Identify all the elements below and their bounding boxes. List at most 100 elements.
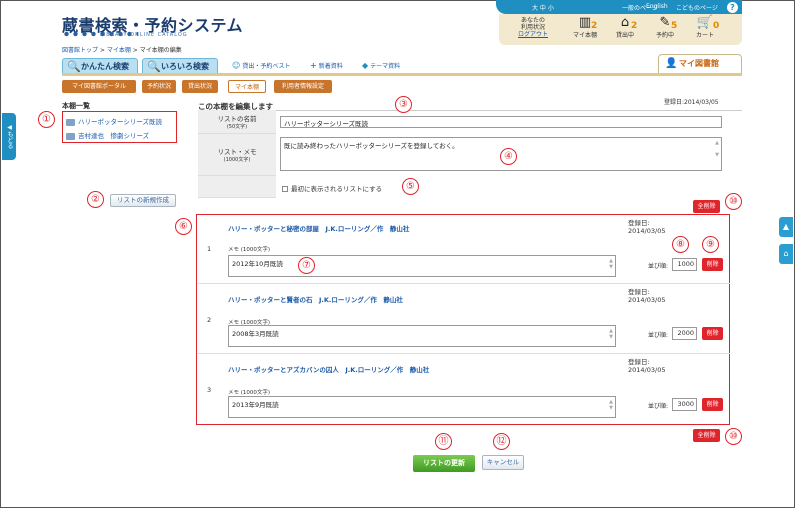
person-icon: ☺ [232, 61, 241, 70]
callout-7: ⑦ [298, 257, 315, 274]
callout-3: ③ [395, 96, 412, 113]
list-name-input[interactable]: ハリーポッターシリーズ既読 [280, 116, 722, 128]
tab-various-search[interactable]: 🔍 いろいろ検索 [142, 58, 218, 74]
book-title-link[interactable]: ハリー・ポッターと賢者の石 J.K.ローリング／作 静山社 [228, 294, 403, 304]
scrollbar[interactable]: ▲ ▼ [609, 328, 613, 340]
page-top-icon[interactable]: ▲ [779, 217, 793, 237]
list-name-label: リストの名前 (50文字) [198, 110, 276, 134]
callout-12: ⑫ [493, 433, 510, 450]
shelf-icon [66, 132, 75, 140]
scrollbar[interactable]: ▲ ▼ [609, 399, 613, 411]
book-memo-label: メモ (1000文字) [228, 247, 271, 253]
top-utility-bar: 大 中 小 一般のページ English こどものページ [496, 0, 742, 14]
back-button[interactable]: ◀もどる [2, 113, 16, 160]
shelf-item[interactable]: 吉村達也 惨劇シリーズ [66, 130, 149, 140]
house-icon: ⌂ [620, 15, 630, 30]
nav-new[interactable]: + 新着資料 [310, 61, 343, 70]
arrow-left-icon: ◀ [6, 124, 13, 131]
nav-best[interactable]: ☺ 貸出・予約ベスト [232, 61, 290, 70]
book-row: ハリー・ポッターとアズカバンの囚人 J.K.ローリング／作 静山社 3 登録日:… [198, 354, 730, 424]
order-label: 並び順: [648, 332, 669, 339]
callout-2: ② [87, 191, 104, 208]
tab-divider [62, 73, 742, 76]
counter-cart[interactable]: 🛒 0 カート [687, 16, 723, 40]
book-row: ハリー・ポッターと秘密の部屋 J.K.ローリング／作 静山社 1 登録日: 201… [198, 215, 730, 284]
book-memo-textarea[interactable]: 2013年9月既読 ▲ ▼ [228, 396, 616, 418]
callout-9: ⑨ [702, 236, 719, 253]
delete-book-button[interactable]: 削除 [702, 398, 723, 411]
book-title-link[interactable]: ハリー・ポッターとアズカバンの囚人 J.K.ローリング／作 静山社 [228, 364, 429, 374]
cancel-button[interactable]: キャンセル [482, 455, 524, 470]
book-number: 1 [207, 245, 212, 253]
subtab-bookshelf[interactable]: マイ本棚 [228, 80, 266, 93]
book-reg-date: 登録日: 2014/03/05 [628, 358, 666, 374]
user-status-box: あなたの 利用状況 ログアウト ▥ 2 マイ本棚 ⌂ 2 貸出中 ✎ 5 予約中 🛒 0 カート [499, 14, 742, 45]
bookshelf-icon: ▥ [578, 15, 592, 30]
help-icon[interactable]: ? [727, 2, 738, 13]
home-icon[interactable]: ⌂ [779, 244, 793, 264]
default-list-checkbox[interactable]: 最初に表示されるリストにする [282, 183, 382, 193]
order-label: 並び順: [648, 263, 669, 270]
kids-page-link[interactable]: こどものページ [676, 3, 718, 12]
reserve-icon: ✎ [659, 15, 671, 30]
book-row: ハリー・ポッターと賢者の石 J.K.ローリング／作 静山社 2 登録日: 2014… [198, 284, 730, 354]
english-link[interactable]: English [646, 3, 668, 10]
delete-book-button[interactable]: 削除 [702, 258, 723, 271]
delete-all-button-top[interactable]: 全削除 [693, 200, 720, 213]
tag-icon: ◆ [362, 61, 369, 70]
nav-theme[interactable]: ◆ テーマ資料 [362, 61, 400, 70]
font-size-switch[interactable]: 大 中 小 [532, 3, 554, 12]
callout-8: ⑧ [672, 236, 689, 253]
subtab-lending[interactable]: 貸出状況 [182, 80, 218, 93]
counter-lending[interactable]: ⌂ 2 貸出中 [607, 15, 643, 40]
book-memo-textarea[interactable]: 2008年3月既読 ▲ ▼ [228, 325, 616, 347]
order-input[interactable]: 1000 [672, 258, 697, 271]
book-reg-date: 登録日: 2014/03/05 [628, 288, 666, 304]
delete-all-button-bottom[interactable]: 全削除 [693, 429, 720, 442]
book-reg-date: 登録日: 2014/03/05 [628, 219, 666, 235]
subtab-user-settings[interactable]: 利用者情報設定 [274, 80, 332, 93]
plus-icon: + [310, 61, 317, 70]
breadcrumb-shelf[interactable]: マイ本棚 [107, 47, 131, 54]
list-reg-date: 登録日:2014/03/05 [664, 99, 719, 106]
callout-6: ⑥ [175, 218, 192, 235]
callout-10-bottom: ⑩ [725, 428, 742, 445]
order-input[interactable]: 2000 [672, 327, 697, 340]
shelf-icon [66, 118, 75, 126]
shelf-item[interactable]: ハリーポッターシリーズ既読 [66, 116, 162, 126]
user-status: あなたの 利用状況 ログアウト [517, 17, 548, 38]
checkbox-icon [282, 186, 288, 192]
new-list-button[interactable]: リストの新規作成 [110, 194, 176, 207]
book-number: 3 [207, 386, 212, 394]
list-memo-label: リスト・メモ (1000文字) [198, 134, 276, 176]
breadcrumb-top[interactable]: 図書館トップ [62, 47, 98, 54]
subtab-reserve[interactable]: 予約状況 [142, 80, 176, 93]
logout-link[interactable]: ログアウト [518, 31, 548, 38]
delete-book-button[interactable]: 削除 [702, 327, 723, 340]
callout-5: ⑤ [402, 178, 419, 195]
breadcrumb: 図書館トップ > マイ本棚 > マイ本棚の編集 [62, 47, 182, 54]
tab-easy-search[interactable]: 🔍 かんたん検索 [62, 58, 138, 74]
counter-reserve[interactable]: ✎ 5 予約中 [647, 15, 683, 40]
book-title-link[interactable]: ハリー・ポッターと秘密の部屋 J.K.ローリング／作 静山社 [228, 223, 409, 233]
book-memo-label: メモ (1000文字) [228, 390, 271, 396]
scrollbar[interactable]: ▲ ▼ [609, 258, 613, 270]
subtab-portal[interactable]: マイ図書館ポータル [62, 80, 136, 93]
callout-10-top: ⑩ [725, 193, 742, 210]
logo-subtitle: LIBRARY ONLINE CATALOG [100, 32, 188, 38]
order-label: 並び順: [648, 403, 669, 410]
update-list-button[interactable]: リストの更新 [413, 455, 475, 472]
order-input[interactable]: 3000 [672, 398, 697, 411]
book-memo-textarea[interactable]: 2012年10月既読 ▲ ▼ [228, 255, 616, 277]
counter-bookshelf[interactable]: ▥ 2 マイ本棚 [567, 15, 603, 40]
book-number: 2 [207, 316, 212, 324]
shelf-list-heading: 本棚一覧 [62, 102, 90, 110]
callout-11: ⑪ [435, 433, 452, 450]
callout-4: ④ [500, 148, 517, 165]
user-icon: 👤 [665, 58, 678, 69]
tab-my-library[interactable]: 👤 マイ図書館 [658, 54, 742, 74]
breadcrumb-current: マイ本棚の編集 [139, 47, 182, 54]
scrollbar[interactable]: ▲ ▼ [715, 140, 719, 158]
checkbox-label-cell [198, 176, 276, 198]
callout-1: ① [38, 111, 55, 128]
